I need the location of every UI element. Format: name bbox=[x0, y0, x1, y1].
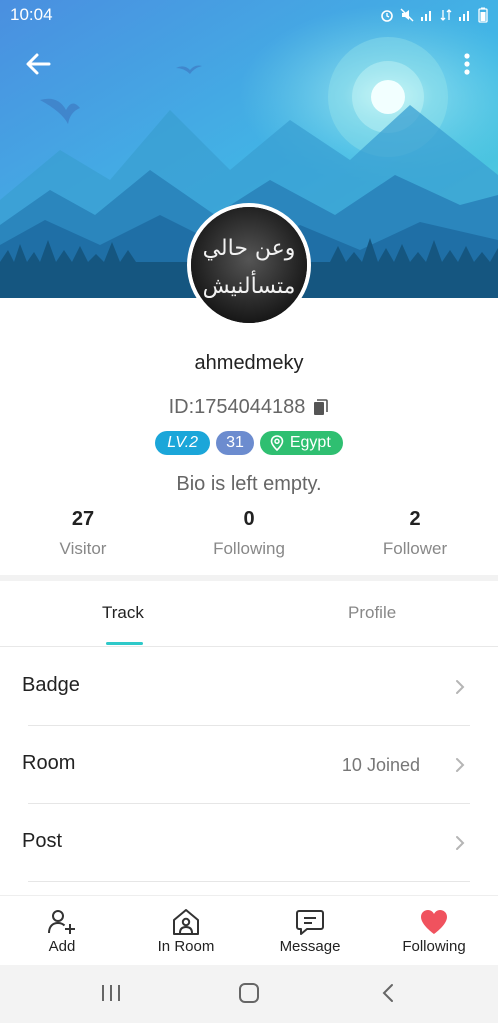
status-bar: 10:04 bbox=[0, 0, 498, 30]
avatar-text-line2: متسألنيش bbox=[203, 270, 296, 299]
location-badge: Egypt bbox=[259, 431, 343, 455]
avatar[interactable]: وعن حالي متسألنيش bbox=[187, 203, 311, 327]
bio-text: Bio is left empty. bbox=[176, 473, 322, 495]
copy-icon[interactable] bbox=[313, 398, 329, 417]
username: ahmedmeky bbox=[194, 352, 304, 374]
avatar-text-line1: وعن حالي bbox=[203, 236, 296, 261]
battery-icon bbox=[478, 7, 488, 23]
message-label: Message bbox=[279, 938, 341, 955]
stat-follower[interactable]: 2 Follower bbox=[332, 508, 498, 559]
level-badge-text: LV.2 bbox=[167, 434, 199, 451]
menu-label-room: Room bbox=[22, 752, 76, 774]
profile-stats: 27 Visitor 0 Following 2 Follower bbox=[0, 508, 498, 568]
signal-icon-2 bbox=[459, 11, 469, 21]
in-room-label: In Room bbox=[157, 938, 215, 955]
heart-icon bbox=[421, 910, 447, 934]
mute-icon bbox=[400, 8, 414, 22]
message-button[interactable]: Message bbox=[248, 896, 372, 966]
location-pin-icon bbox=[270, 435, 284, 451]
data-icon bbox=[440, 9, 452, 21]
stat-follower-label: Follower bbox=[382, 539, 448, 558]
menu-row-post[interactable]: Post bbox=[0, 804, 498, 882]
in-room-button[interactable]: In Room bbox=[124, 896, 248, 966]
user-id-row: ID:1754044188 bbox=[0, 396, 498, 419]
add-button[interactable]: Add bbox=[0, 896, 124, 966]
status-time: 10:04 bbox=[10, 5, 53, 24]
following-label: Following bbox=[402, 938, 466, 955]
add-label: Add bbox=[48, 938, 76, 955]
following-button[interactable]: Following bbox=[372, 896, 496, 966]
more-vertical-icon bbox=[464, 53, 470, 75]
location-badge-text: Egypt bbox=[289, 434, 331, 451]
active-tab-indicator bbox=[106, 642, 143, 645]
signal-icon bbox=[421, 11, 431, 21]
age-badge: 31 bbox=[216, 431, 254, 455]
add-user-icon bbox=[48, 910, 75, 934]
menu-label-post: Post bbox=[22, 830, 63, 852]
alarm-icon bbox=[381, 10, 393, 22]
chevron-right-icon bbox=[456, 680, 465, 694]
menu-value-room: 10 Joined bbox=[341, 755, 420, 775]
back-nav-icon[interactable] bbox=[378, 982, 400, 1004]
stat-visitor[interactable]: 27 Visitor bbox=[0, 508, 166, 559]
system-navigation-bar bbox=[0, 965, 498, 1023]
profile-tabs: Track Profile bbox=[0, 581, 498, 647]
avatar-image: وعن حالي متسألنيش bbox=[191, 207, 307, 323]
message-icon bbox=[296, 910, 324, 935]
menu-row-badge[interactable]: Badge bbox=[0, 648, 498, 726]
house-user-icon bbox=[173, 909, 199, 935]
status-icons bbox=[380, 7, 488, 23]
back-button[interactable] bbox=[20, 48, 56, 84]
profile-badges: LV.2 31 Egypt bbox=[0, 431, 498, 455]
stat-visitor-label: Visitor bbox=[59, 539, 107, 558]
arrow-left-icon bbox=[26, 53, 51, 75]
recent-apps-icon[interactable] bbox=[100, 982, 122, 1004]
age-badge-text: 31 bbox=[226, 434, 244, 451]
level-badge: LV.2 bbox=[155, 431, 211, 455]
stat-follower-value: 2 bbox=[409, 508, 421, 530]
tab-profile[interactable]: Profile bbox=[348, 603, 396, 623]
home-icon[interactable] bbox=[238, 982, 260, 1004]
stat-following-value: 0 bbox=[243, 508, 255, 530]
row-divider bbox=[28, 881, 470, 882]
user-id: ID:1754044188 bbox=[168, 396, 306, 418]
chevron-right-icon bbox=[456, 836, 465, 850]
menu-row-room[interactable]: Room 10 Joined bbox=[0, 726, 498, 804]
tab-track[interactable]: Track bbox=[102, 603, 144, 623]
chevron-right-icon bbox=[456, 758, 465, 772]
more-options-button[interactable] bbox=[455, 50, 479, 80]
stat-following-label: Following bbox=[213, 539, 285, 558]
bottom-action-bar: Add In Room Message Following bbox=[0, 895, 498, 965]
stat-following[interactable]: 0 Following bbox=[166, 508, 332, 559]
stat-visitor-value: 27 bbox=[71, 508, 95, 530]
menu-label-badge: Badge bbox=[22, 674, 80, 696]
